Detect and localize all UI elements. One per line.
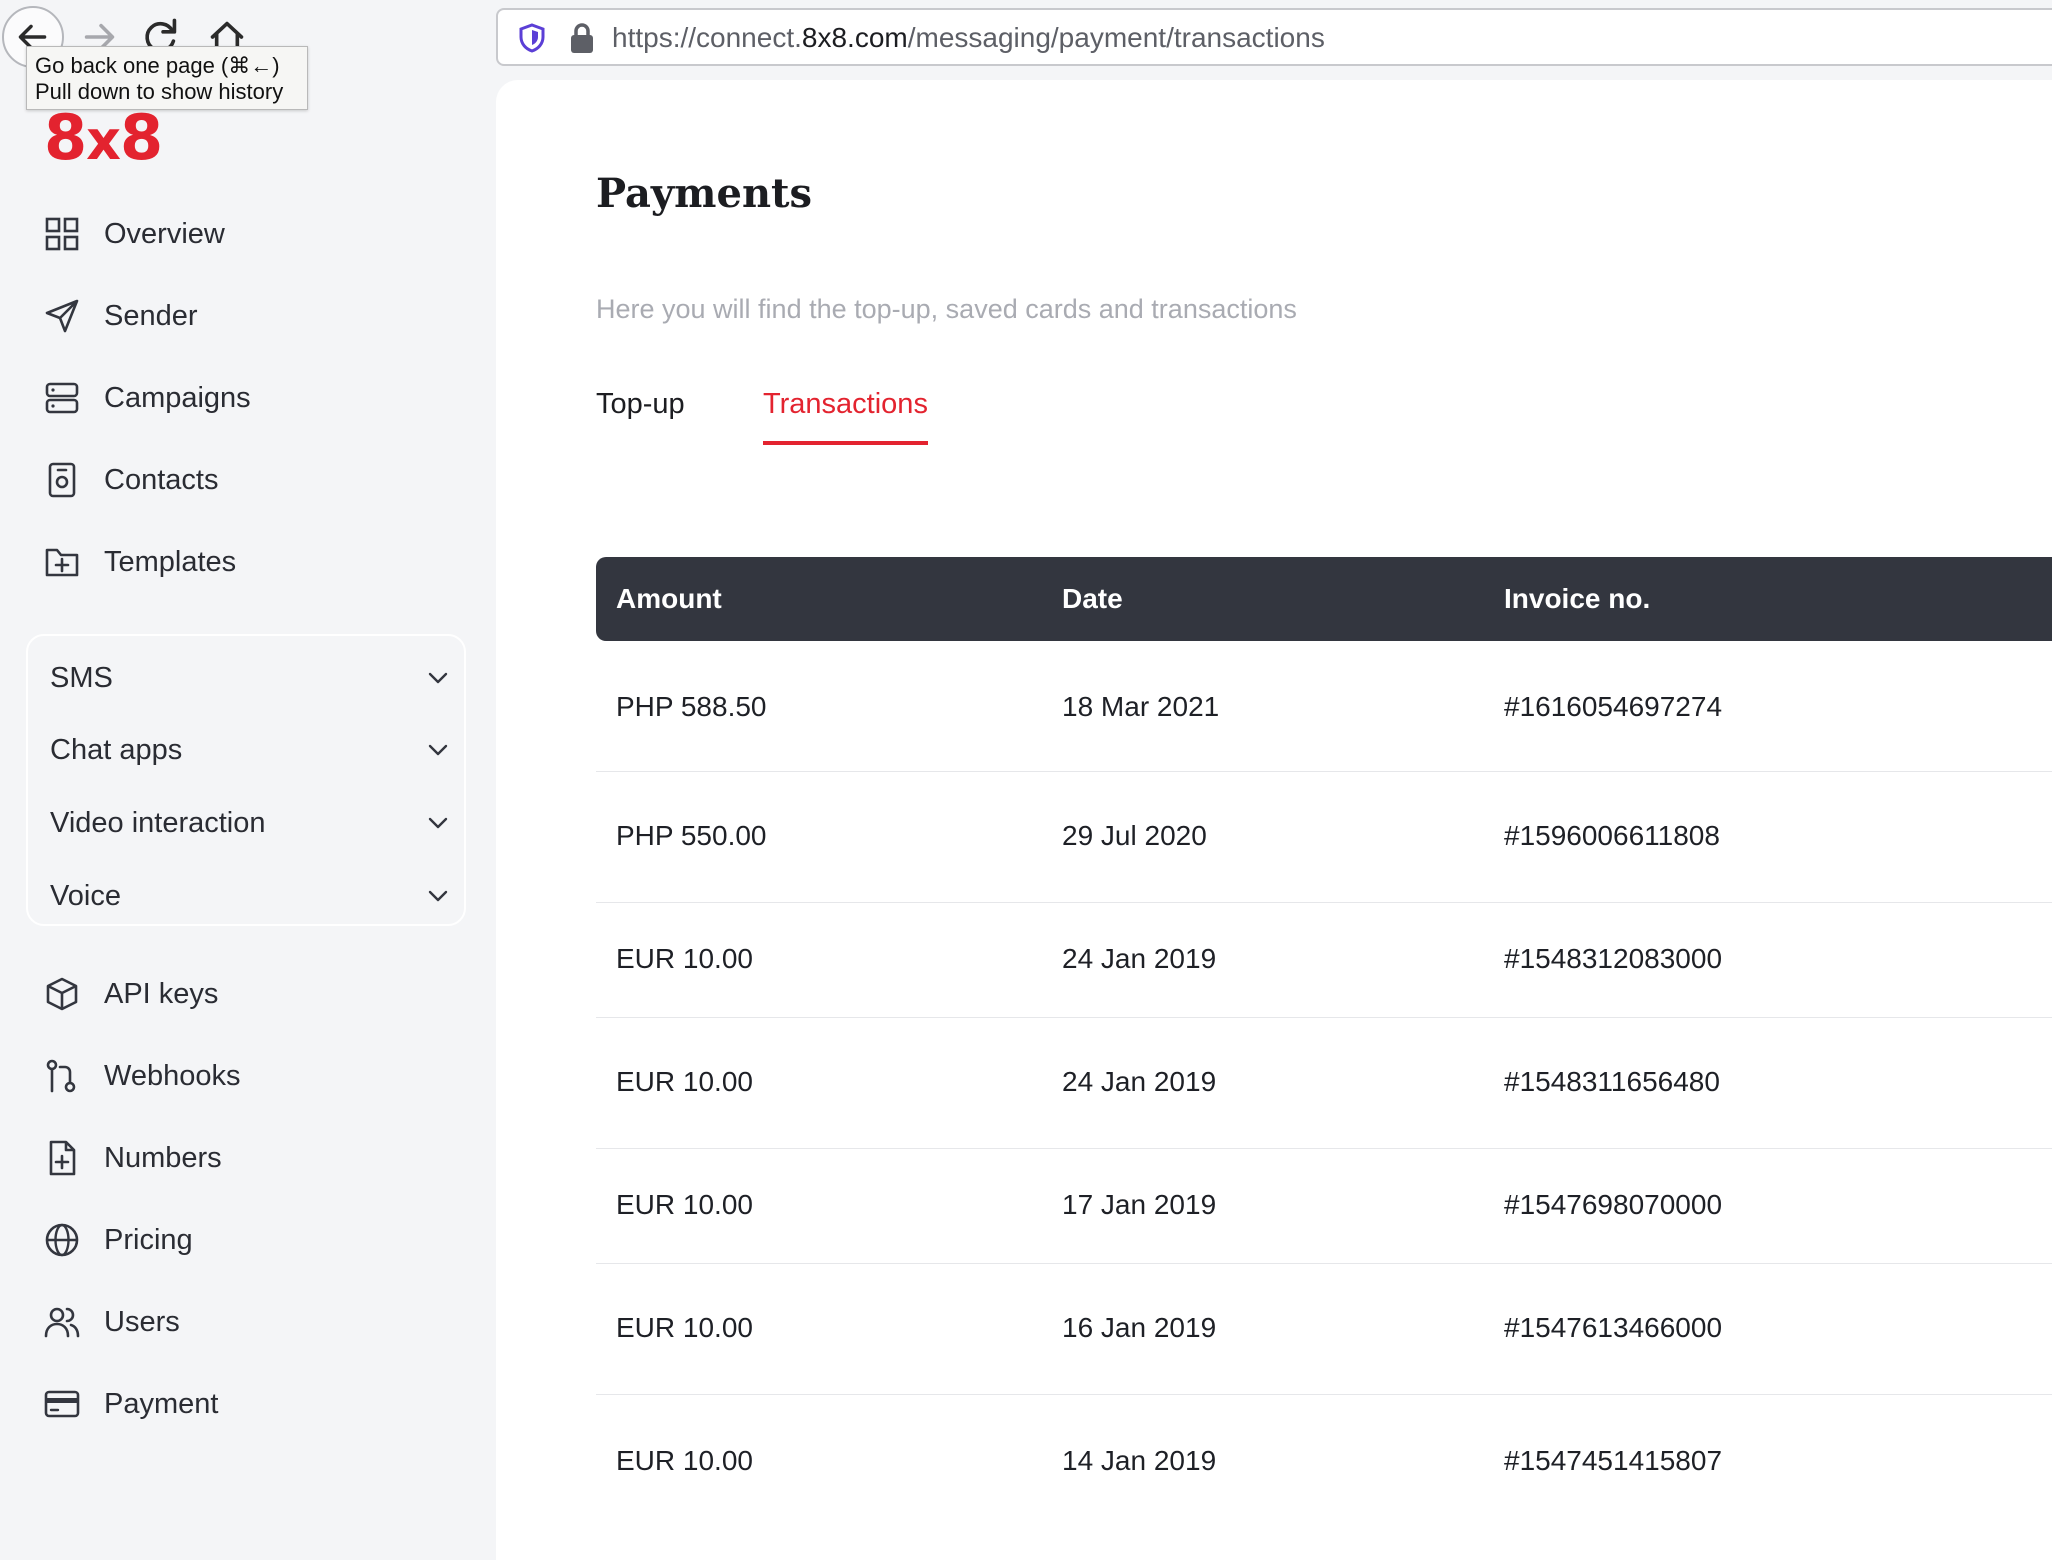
file-plus-icon <box>49 1140 76 1176</box>
cell-date: 14 Jan 2019 <box>1062 1445 1217 1476</box>
table-row[interactable]: PHP 588.50 18 Mar 2021 #1616054697274 <box>596 641 2052 772</box>
column-header-amount[interactable]: Amount <box>616 583 722 615</box>
chevron-down-icon <box>428 817 448 829</box>
cell-invoice: #1547613466000 <box>1504 1312 1723 1343</box>
table-header: Amount Date Invoice no. <box>596 557 2052 641</box>
table-row[interactable]: EUR 10.00 24 Jan 2019 #1548312083000 <box>596 903 2052 1018</box>
sidebar-item-label: Overview <box>104 218 225 250</box>
cell-invoice: #1547451415807 <box>1504 1445 1723 1476</box>
chevron-down-icon <box>428 890 448 902</box>
cell-date: 24 Jan 2019 <box>1062 943 1217 974</box>
channel-chat-apps[interactable]: Chat apps <box>50 722 450 778</box>
channel-label: Video interaction <box>50 807 266 839</box>
cell-amount: EUR 10.00 <box>616 943 753 974</box>
channels-group: SMS Chat apps Video interaction Voice <box>26 634 466 926</box>
page-subtitle: Here you will find the top-up, saved car… <box>596 294 1297 324</box>
globe-icon <box>45 1223 79 1257</box>
channel-label: Chat apps <box>50 734 183 766</box>
cell-date: 17 Jan 2019 <box>1062 1189 1217 1220</box>
browser-toolbar: https://connect.8x8.com/messaging/paymen… <box>0 0 2052 110</box>
sidebar-item-numbers[interactable]: Numbers <box>44 1130 444 1186</box>
git-branch-icon <box>46 1059 76 1093</box>
transactions-table: Amount Date Invoice no. PHP 588.50 18 Ma… <box>596 557 2052 1525</box>
sidebar-item-sender[interactable]: Sender <box>44 288 444 344</box>
sidebar-item-webhooks[interactable]: Webhooks <box>44 1048 444 1104</box>
sidebar-item-label: Webhooks <box>104 1060 241 1092</box>
page-title: Payments <box>596 170 813 217</box>
cell-invoice: #1547698070000 <box>1504 1189 1723 1220</box>
contact-card-icon <box>48 462 76 498</box>
send-icon <box>45 299 79 333</box>
tab-transactions[interactable]: Transactions <box>763 388 928 445</box>
channel-label: SMS <box>50 662 113 694</box>
sidebar-item-label: Payment <box>104 1388 219 1420</box>
cell-amount: PHP 588.50 <box>616 691 767 722</box>
cell-amount: EUR 10.00 <box>616 1189 753 1220</box>
channel-sms[interactable]: SMS <box>50 650 450 706</box>
cell-amount: EUR 10.00 <box>616 1312 753 1343</box>
sidebar-item-label: Contacts <box>104 464 219 496</box>
lock-icon[interactable] <box>568 21 596 55</box>
sidebar-item-users[interactable]: Users <box>44 1294 444 1350</box>
sidebar-item-pricing[interactable]: Pricing <box>44 1212 444 1268</box>
main-content: Payments Here you will find the top-up, … <box>496 80 2052 1560</box>
column-header-invoice[interactable]: Invoice no. <box>1504 583 1650 615</box>
cell-amount: EUR 10.00 <box>616 1066 753 1097</box>
url-text[interactable]: https://connect.8x8.com/messaging/paymen… <box>612 22 1325 54</box>
sidebar-item-api-keys[interactable]: API keys <box>44 966 444 1022</box>
cell-invoice: #1548312083000 <box>1504 943 1723 974</box>
sidebar-item-label: Users <box>104 1306 180 1338</box>
cell-invoice: #1616054697274 <box>1504 691 1723 722</box>
tracking-shield-icon[interactable] <box>516 22 548 54</box>
sidebar-item-templates[interactable]: Templates <box>44 534 444 590</box>
tab-top-up[interactable]: Top-up <box>596 388 685 441</box>
cube-icon <box>46 977 78 1011</box>
tooltip-line: Pull down to show history <box>35 79 284 104</box>
cell-date: 24 Jan 2019 <box>1062 1066 1217 1097</box>
cell-amount: EUR 10.00 <box>616 1445 753 1476</box>
cell-invoice: #1596006611808 <box>1504 820 1720 851</box>
table-row[interactable]: EUR 10.00 17 Jan 2019 #1547698070000 <box>596 1149 2052 1264</box>
campaigns-icon <box>45 382 79 414</box>
cell-amount: PHP 550.00 <box>616 820 767 851</box>
table-row[interactable]: EUR 10.00 24 Jan 2019 #1548311656480 <box>596 1018 2052 1149</box>
sidebar-item-contacts[interactable]: Contacts <box>44 452 444 508</box>
sidebar-item-overview[interactable]: Overview <box>44 206 444 262</box>
channel-video-interaction[interactable]: Video interaction <box>50 795 450 851</box>
sidebar-item-campaigns[interactable]: Campaigns <box>44 370 444 426</box>
sidebar-item-label: Numbers <box>104 1142 222 1174</box>
tooltip-line: Go back one page (⌘←) <box>35 53 280 78</box>
cell-date: 29 Jul 2020 <box>1062 820 1207 851</box>
sidebar-item-payment[interactable]: Payment <box>44 1376 444 1432</box>
folder-plus-icon <box>45 548 79 577</box>
channel-voice[interactable]: Voice <box>50 868 450 924</box>
table-row[interactable]: PHP 550.00 29 Jul 2020 #1596006611808 <box>596 772 2052 903</box>
sidebar-item-label: Campaigns <box>104 382 251 414</box>
sidebar-item-label: API keys <box>104 978 219 1010</box>
chevron-down-icon <box>428 672 448 684</box>
grid-icon <box>45 217 79 251</box>
chevron-down-icon <box>428 744 448 756</box>
credit-card-icon <box>44 1390 80 1418</box>
sidebar-item-label: Sender <box>104 300 198 332</box>
back-button-tooltip: Go back one page (⌘←) Pull down to show … <box>26 46 308 110</box>
sidebar-item-label: Templates <box>104 546 237 578</box>
cell-invoice: #1548311656480 <box>1504 1066 1720 1097</box>
channel-label: Voice <box>50 880 121 912</box>
cell-date: 18 Mar 2021 <box>1062 691 1220 722</box>
cell-date: 16 Jan 2019 <box>1062 1312 1217 1343</box>
table-row[interactable]: EUR 10.00 16 Jan 2019 #1547613466000 <box>596 1264 2052 1395</box>
address-bar[interactable]: https://connect.8x8.com/messaging/paymen… <box>496 8 2052 66</box>
sidebar-item-label: Pricing <box>104 1224 193 1256</box>
column-header-date[interactable]: Date <box>1062 583 1123 615</box>
table-row[interactable]: EUR 10.00 14 Jan 2019 #1547451415807 <box>596 1395 2052 1525</box>
users-icon <box>44 1307 80 1338</box>
